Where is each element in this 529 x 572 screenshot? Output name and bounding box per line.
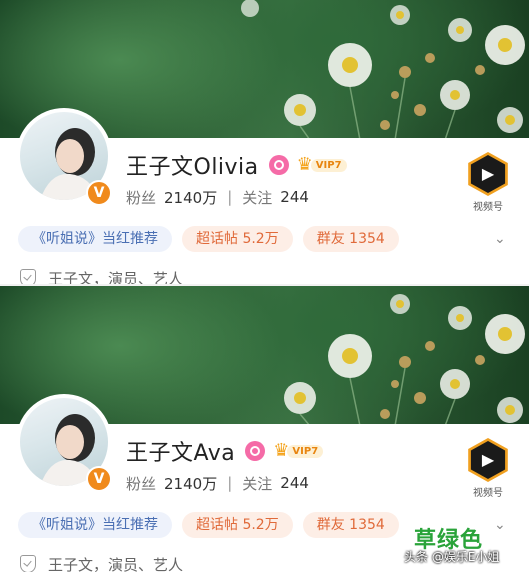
stat-divider: | [227,188,233,206]
vip-level: VIP7 [287,444,324,458]
info-row: 王子文，演员、艺人 [20,553,183,572]
video-channel-icon: ▶ [468,438,508,482]
fans-count[interactable]: 2140万 [164,473,217,494]
vip-badge[interactable]: ♛ VIP7 [297,156,347,174]
follow-count[interactable]: 244 [280,474,309,492]
tag-group[interactable]: 群友 1354 [302,226,399,252]
video-channel-button[interactable]: ▶ 视频号 [462,152,514,214]
tag-recommend[interactable]: 《听姐说》当红推荐 [18,512,172,538]
chevron-down-icon[interactable]: ⌄ [494,231,510,247]
member-icon[interactable] [268,155,289,175]
follow-label[interactable]: 关注 [242,187,272,208]
member-icon[interactable] [245,441,266,461]
video-channel-label: 视频号 [473,202,503,213]
video-channel-button[interactable]: ▶ 视频号 [462,438,514,500]
vip-level: VIP7 [310,158,347,172]
profile-name: 王子文Ava [126,441,236,466]
chevron-down-icon[interactable]: ⌄ [494,517,510,533]
video-channel-label: 视频号 [473,488,503,499]
watermark-source: 头条 @娱乐E小姐 [404,550,500,564]
shield-icon [20,555,36,572]
vip-badge[interactable]: ♛ VIP7 [273,442,324,460]
stat-divider: | [227,474,233,492]
profile-description: 王子文，演员、艺人 [48,555,184,572]
follow-count[interactable]: 244 [280,188,309,206]
profile-card: V 王子文Olivia ♛ VIP7 粉丝 2140万 | 关注 244 ▶ 视… [0,108,529,286]
fans-label[interactable]: 粉丝 [126,473,156,494]
profile-header-olivia: V 王子文Olivia ♛ VIP7 粉丝 2140万 | 关注 244 ▶ 视… [0,0,529,286]
profile-name: 王子文Olivia [126,155,259,180]
stats-row: 粉丝 2140万 | 关注 244 [126,472,309,494]
video-channel-icon: ▶ [468,152,508,196]
fans-label[interactable]: 粉丝 [126,187,156,208]
tag-recommend[interactable]: 《听姐说》当红推荐 [18,226,172,252]
tag-group[interactable]: 群友 1354 [302,512,399,538]
verified-badge-icon: V [86,180,112,206]
tag-super-topic[interactable]: 超话帖 5.2万 [182,512,293,538]
stats-row: 粉丝 2140万 | 关注 244 [126,186,309,208]
fans-count[interactable]: 2140万 [164,187,217,208]
tag-super-topic[interactable]: 超话帖 5.2万 [182,226,293,252]
tags-row: 《听姐说》当红推荐 超话帖 5.2万 群友 1354 [18,226,409,252]
name-row: 王子文Olivia ♛ VIP7 [126,150,347,180]
follow-label[interactable]: 关注 [242,473,272,494]
verified-badge-icon: V [86,466,112,492]
name-row: 王子文Ava ♛ VIP7 [126,436,324,466]
tags-row: 《听姐说》当红推荐 超话帖 5.2万 群友 1354 [18,512,409,538]
